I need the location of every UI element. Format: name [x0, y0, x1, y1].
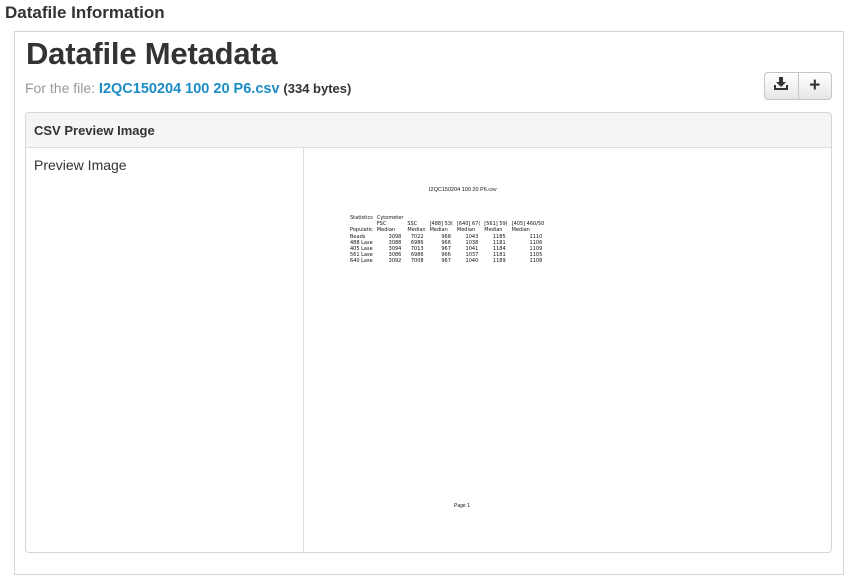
- plus-icon: +: [809, 75, 821, 96]
- file-info-line: For the file: I2QC150204 100 20 P6.csv (…: [25, 80, 351, 97]
- preview-image-label: Preview Image: [34, 157, 127, 173]
- add-button[interactable]: +: [797, 73, 832, 99]
- preview-image: I2QC150204 100 20 P6.csv Statistics Cytom…: [304, 148, 831, 552]
- preview-table: Statistics Cytometer FSC SSC [488] 53([640] …: [350, 215, 552, 265]
- file-size-label: (334 bytes): [283, 81, 352, 96]
- file-prefix-label: For the file:: [25, 80, 96, 96]
- preview-table-cell: 3092: [388, 258, 402, 265]
- preview-doc-title: I2QC150204 100 20 P6.csv: [429, 187, 497, 193]
- preview-table-cell: 1108: [529, 258, 543, 265]
- preview-table-cell: Statistics: [350, 215, 373, 221]
- action-button-group: +: [764, 72, 832, 100]
- preview-table-cell: 640 Lase: [350, 258, 373, 265]
- panel-heading: CSV Preview Image: [26, 113, 831, 148]
- section-title: Datafile Information: [5, 3, 165, 22]
- preview-table-cell: 7008: [410, 258, 424, 265]
- file-name-link[interactable]: I2QC150204 100 20 P6.csv: [99, 81, 280, 97]
- preview-table-cell: [548, 227, 552, 233]
- preview-table-cell: Populatic: [350, 227, 373, 234]
- page-title: Datafile Metadata: [26, 36, 278, 71]
- panel-body: Preview Image I2QC150204 100 20 P6.csv S…: [26, 148, 831, 552]
- csv-preview-panel: CSV Preview Image Preview Image I2QC1502…: [25, 112, 832, 553]
- download-button[interactable]: [765, 73, 798, 99]
- preview-table-row: 640 Lase 3092 7008 967 1040 1189 1108: [350, 258, 552, 264]
- preview-table-cell: 967: [441, 258, 451, 265]
- preview-table-cell: 1040: [465, 258, 479, 265]
- preview-page-label: Page 1: [454, 503, 470, 509]
- preview-table-cell: 1189: [492, 258, 506, 265]
- download-icon: [773, 76, 789, 96]
